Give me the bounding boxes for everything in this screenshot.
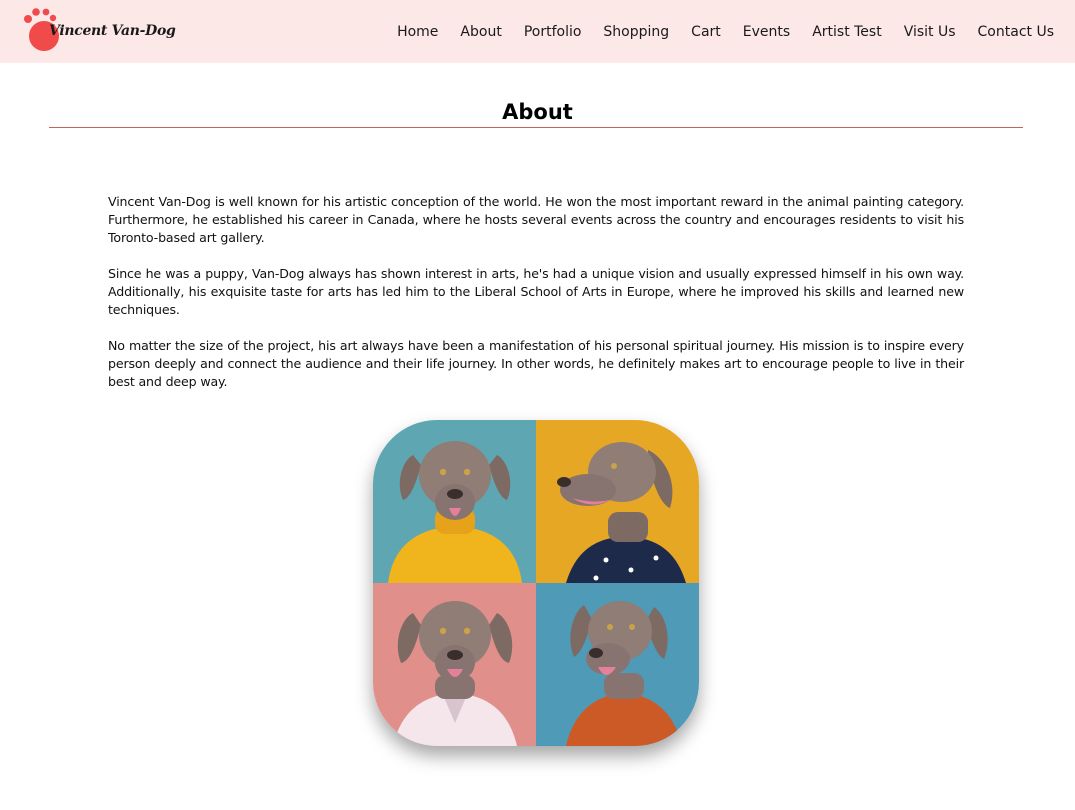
nav-contact-us[interactable]: Contact Us — [978, 22, 1054, 42]
site-logo[interactable]: Vincent Van-Dog — [22, 6, 176, 52]
about-content: Vincent Van-Dog is well known for his ar… — [108, 193, 964, 409]
about-paragraph: Since he was a puppy, Van-Dog always has… — [108, 266, 964, 317]
logo-text: Vincent Van-Dog — [49, 23, 176, 39]
nav-artist-test[interactable]: Artist Test — [812, 22, 882, 42]
nav-about[interactable]: About — [460, 22, 501, 42]
site-header: Vincent Van-Dog Home About Portfolio Sho… — [0, 0, 1075, 63]
dog-portrait-star-shirt — [536, 420, 699, 583]
nav-cart[interactable]: Cart — [691, 22, 721, 42]
main-nav: Home About Portfolio Shopping Cart Event… — [397, 22, 1054, 42]
dog-portrait-pink-shirt — [373, 583, 536, 746]
dog-portrait-orange-shirt — [536, 583, 699, 746]
nav-home[interactable]: Home — [397, 22, 438, 42]
nav-portfolio[interactable]: Portfolio — [524, 22, 582, 42]
dog-portrait-yellow-sweater — [373, 420, 536, 583]
page-title: About — [502, 100, 573, 124]
title-divider — [49, 127, 1023, 128]
about-paragraph: Vincent Van-Dog is well known for his ar… — [108, 194, 964, 245]
nav-visit-us[interactable]: Visit Us — [904, 22, 956, 42]
nav-events[interactable]: Events — [743, 22, 790, 42]
nav-shopping[interactable]: Shopping — [603, 22, 669, 42]
dog-portrait-collage — [373, 420, 699, 746]
about-paragraph: No matter the size of the project, his a… — [108, 338, 964, 389]
